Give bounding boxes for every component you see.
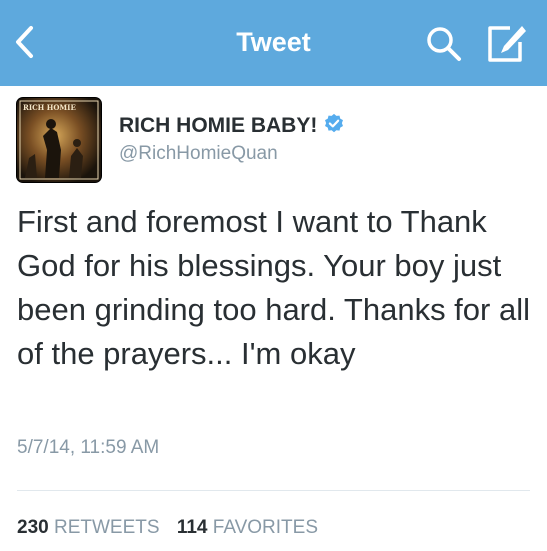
retweets-count: 230 bbox=[17, 517, 49, 538]
avatar-image: RICH HOMIE bbox=[17, 98, 101, 182]
compose-button[interactable] bbox=[484, 22, 528, 66]
tweet-stats: 230 RETWEETS 114 FAVORITES bbox=[17, 516, 330, 540]
tweet-text: First and foremost I want to Thank God f… bbox=[17, 204, 530, 371]
display-name[interactable]: RICH HOMIE BABY! bbox=[119, 113, 345, 139]
user-handle[interactable]: @RichHomieQuan bbox=[119, 142, 278, 166]
verified-badge-icon bbox=[325, 113, 344, 133]
divider bbox=[17, 490, 530, 491]
compose-icon bbox=[488, 26, 526, 62]
display-name-text: RICH HOMIE BABY! bbox=[119, 114, 318, 137]
navigation-bar: Tweet bbox=[0, 0, 547, 87]
avatar[interactable]: RICH HOMIE bbox=[17, 98, 101, 182]
retweets-stat[interactable]: 230 RETWEETS bbox=[17, 516, 160, 540]
tweet-timestamp: 5/7/14, 11:59 AM bbox=[17, 437, 160, 458]
search-icon bbox=[427, 27, 461, 61]
favorites-count: 114 bbox=[176, 517, 208, 538]
search-button[interactable] bbox=[424, 24, 464, 64]
tweet-detail: RICH HOMIE RICH HOMIE BABY! @RichHomieQu… bbox=[0, 86, 547, 551]
retweets-label: RETWEETS bbox=[53, 517, 160, 538]
avatar-logo-text: RICH HOMIE bbox=[23, 103, 76, 112]
favorites-stat[interactable]: 114 FAVORITES bbox=[177, 516, 318, 540]
favorites-label: FAVORITES bbox=[212, 517, 318, 538]
page-title: Tweet bbox=[236, 27, 311, 57]
